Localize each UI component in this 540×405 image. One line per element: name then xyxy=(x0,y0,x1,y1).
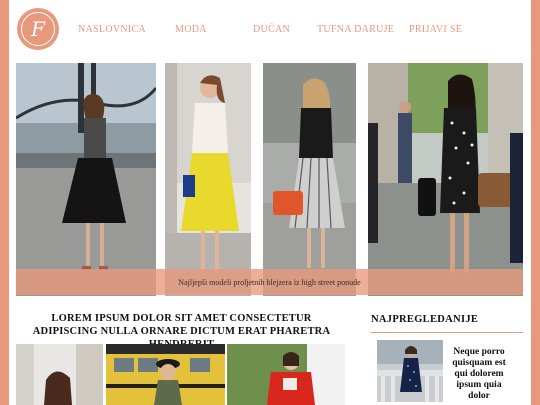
hero-caption[interactable]: Najljepši modeli proljetnih blejzera iz … xyxy=(16,269,523,295)
hero-slider[interactable]: Najljepši modeli proljetnih blejzera iz … xyxy=(16,63,523,296)
article-thumb-1[interactable] xyxy=(16,344,103,405)
nav-moda[interactable]: MODA xyxy=(175,24,207,35)
site-header: F NASLOVNICA MODA DUĆAN TUFNA DARUJE PRI… xyxy=(9,0,531,58)
nav-naslovnica[interactable]: NASLOVNICA xyxy=(78,24,146,35)
nav-prijavi-se[interactable]: PRIJAVI SE xyxy=(409,24,462,35)
sidebar-title: NAJPREGLEDANIJE xyxy=(371,314,479,325)
hero-caption-text: Najljepši modeli proljetnih blejzera iz … xyxy=(178,277,361,287)
hero-photo-3[interactable] xyxy=(263,63,356,296)
sidebar-divider xyxy=(371,332,523,333)
sidebar-item-thumb[interactable] xyxy=(377,340,443,402)
article-thumb-3[interactable] xyxy=(227,344,345,405)
article-thumb-2[interactable] xyxy=(106,344,225,405)
hero-photo-1[interactable] xyxy=(16,63,156,296)
site-logo[interactable]: F xyxy=(17,8,59,50)
nav-tufna-daruje[interactable]: TUFNA DARUJE xyxy=(317,24,394,35)
logo-monogram: F xyxy=(21,12,55,46)
sidebar-item-title[interactable]: Neque porro quisquam est qui dolorem ips… xyxy=(448,347,510,402)
hero-photo-4[interactable] xyxy=(368,63,523,296)
nav-ducan[interactable]: DUĆAN xyxy=(253,24,290,35)
page: F NASLOVNICA MODA DUĆAN TUFNA DARUJE PRI… xyxy=(9,0,531,405)
hero-photo-2[interactable] xyxy=(165,63,251,296)
